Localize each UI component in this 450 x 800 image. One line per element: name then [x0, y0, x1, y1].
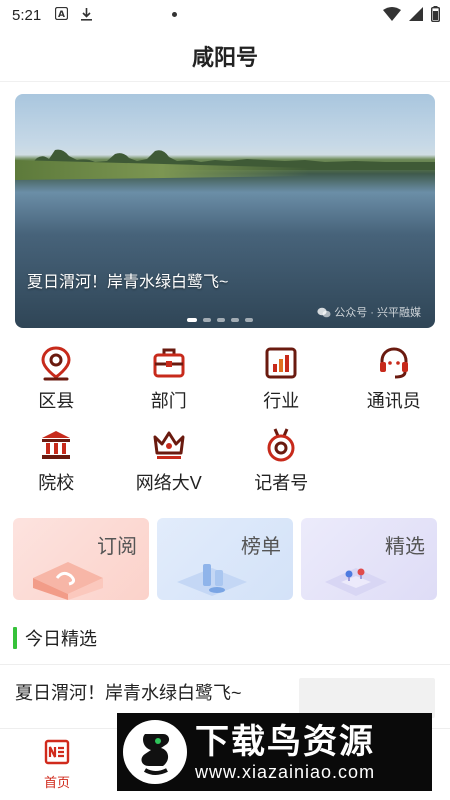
banner-watermark: 公众号 · 兴平融媒 [317, 304, 421, 320]
status-dot-icon [172, 12, 177, 17]
headset-icon [376, 345, 412, 381]
carousel-dot[interactable] [245, 318, 253, 322]
featured-card[interactable]: 精选 [301, 518, 437, 600]
ad-title: 下载鸟资源 [195, 722, 375, 761]
wifi-icon [383, 7, 401, 25]
featured-card-label: 精选 [385, 536, 425, 558]
app-notification-icon: A [55, 6, 69, 23]
signal-icon [409, 7, 423, 25]
status-time: 5:21 [12, 6, 42, 24]
category-label: 网络大V [135, 473, 202, 493]
briefcase-icon [151, 345, 187, 381]
page-title: 咸阳号 [0, 30, 450, 82]
category-correspondent[interactable]: 通讯员 [338, 345, 450, 413]
home-icon [44, 739, 70, 770]
banner-caption: 夏日渭河！岸青水绿白鹭飞~ [27, 274, 229, 291]
category-department[interactable]: 部门 [113, 345, 226, 413]
list-item[interactable]: 夏日渭河！岸青水绿白鹭飞~ [15, 678, 435, 718]
carousel-dot[interactable] [217, 318, 225, 322]
banner-watermark-text: 公众号 · 兴平融媒 [334, 307, 421, 319]
carousel-indicator [187, 318, 253, 322]
bird-logo-icon [123, 720, 187, 784]
category-reporter[interactable]: 记者号 [225, 427, 338, 495]
category-label: 记者号 [254, 473, 309, 493]
medal-icon [263, 427, 299, 463]
battery-icon [430, 6, 440, 26]
status-bar: 5:21 A [0, 0, 450, 30]
subscribe-card[interactable]: 订阅 [13, 518, 149, 600]
carousel-dot[interactable] [187, 318, 197, 322]
download-icon [80, 7, 93, 24]
article-title: 夏日渭河！岸青水绿白鹭飞~ [15, 683, 242, 703]
category-institution[interactable]: 院校 [0, 427, 113, 495]
wechat-icon [317, 307, 331, 317]
section-title: 今日精选 [25, 629, 97, 649]
category-label: 通讯员 [366, 391, 421, 411]
category-district[interactable]: 区县 [0, 345, 113, 413]
location-pin-icon [38, 345, 74, 381]
section-accent-bar [13, 627, 17, 649]
category-label: 部门 [150, 391, 187, 411]
tab-home-label: 首页 [43, 775, 70, 790]
crown-icon [151, 427, 187, 463]
watermark-ad-banner: 下载鸟资源 www.xiazainiao.com [117, 713, 432, 791]
ad-url: www.xiazainiao.com [195, 761, 376, 782]
article-thumbnail [299, 678, 435, 718]
ranking-card-label: 榜单 [241, 536, 281, 558]
feature-cards: 订阅 榜单 精选 [13, 518, 437, 600]
divider [0, 664, 450, 665]
category-industry[interactable]: 行业 [225, 345, 338, 413]
bar-chart-icon [263, 345, 299, 381]
category-label: 区县 [38, 391, 75, 411]
carousel-dot[interactable] [231, 318, 239, 322]
ranking-card[interactable]: 榜单 [157, 518, 293, 600]
category-label: 行业 [263, 391, 300, 411]
category-grid: 区县 部门 行业 通讯员 院校 网络大V 记者号 [0, 345, 450, 495]
institution-icon [38, 427, 74, 463]
banner-carousel[interactable]: 夏日渭河！岸青水绿白鹭飞~ 公众号 · 兴平融媒 [15, 94, 435, 328]
subscribe-card-label: 订阅 [97, 536, 137, 558]
section-header: 今日精选 [13, 625, 97, 651]
tab-home[interactable]: 首页 [30, 739, 84, 791]
carousel-dot[interactable] [203, 318, 211, 322]
category-influencer[interactable]: 网络大V [113, 427, 226, 495]
category-label: 院校 [38, 473, 75, 493]
svg-text:A: A [58, 10, 65, 20]
